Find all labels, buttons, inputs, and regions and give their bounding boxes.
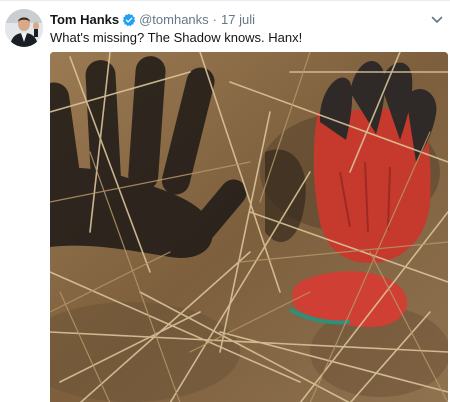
avatar[interactable] (5, 9, 43, 47)
separator-dot: · (212, 12, 218, 27)
tweet-text: What's missing? The Shadow knows. Hanx! (50, 30, 303, 45)
timestamp[interactable]: 17 juli (221, 12, 255, 28)
display-name[interactable]: Tom Hanks (50, 12, 119, 28)
photo-glove-shadow-icon (50, 52, 448, 402)
tweet-card[interactable]: Tom Hanks @tomhanks · 17 juli What's mis… (0, 0, 450, 402)
profile-photo-icon (5, 9, 43, 47)
tweet-header: Tom Hanks @tomhanks · 17 juli (50, 12, 255, 28)
chevron-down-icon[interactable] (430, 13, 444, 27)
verified-badge-icon (122, 13, 136, 27)
tweet-photo[interactable] (50, 52, 448, 402)
handle[interactable]: @tomhanks (139, 12, 209, 28)
